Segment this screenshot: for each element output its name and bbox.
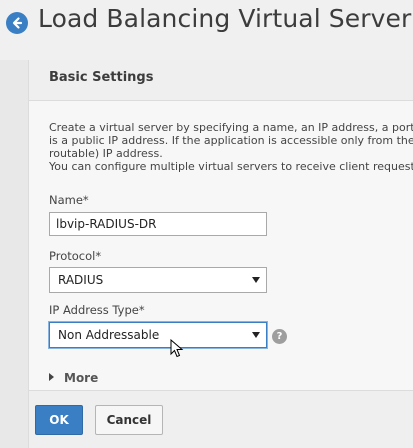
description-line: You can configure multiple virtual serve… xyxy=(49,160,413,173)
page: Load Balancing Virtual Server Basic Sett… xyxy=(0,0,413,448)
page-title: Load Balancing Virtual Server xyxy=(38,4,412,33)
name-label: Name* xyxy=(49,193,89,207)
back-button[interactable] xyxy=(6,12,28,34)
help-icon[interactable]: ? xyxy=(272,329,287,344)
ip-address-type-select[interactable]: Non Addressable xyxy=(49,322,267,348)
chevron-down-icon xyxy=(252,277,260,283)
ok-button[interactable]: OK xyxy=(35,405,83,435)
cancel-button[interactable]: Cancel xyxy=(95,405,163,435)
left-strip xyxy=(0,60,28,448)
name-input[interactable] xyxy=(49,212,267,236)
description-line: is a public IP address. If the applicati… xyxy=(49,134,413,147)
panel-header: Basic Settings xyxy=(29,60,413,101)
protocol-select[interactable]: RADIUS xyxy=(49,267,267,293)
panel-footer: OK Cancel xyxy=(29,390,413,448)
protocol-select-value: RADIUS xyxy=(58,273,104,287)
description-line: Create a virtual server by specifying a … xyxy=(49,121,413,134)
panel-title: Basic Settings xyxy=(49,70,154,85)
mouse-pointer-icon xyxy=(170,339,184,358)
panel-description: Create a virtual server by specifying a … xyxy=(49,121,413,173)
basic-settings-panel: Basic Settings Create a virtual server b… xyxy=(28,60,413,448)
ip-address-type-select-value: Non Addressable xyxy=(58,328,160,342)
more-label: More xyxy=(64,371,99,385)
more-toggle[interactable]: More xyxy=(49,371,98,385)
protocol-label: Protocol* xyxy=(49,249,102,263)
chevron-right-icon xyxy=(49,373,54,381)
description-line: routable) IP address. xyxy=(49,147,163,160)
page-header: Load Balancing Virtual Server xyxy=(0,0,413,50)
ip-address-type-label: IP Address Type* xyxy=(49,303,145,317)
chevron-down-icon xyxy=(252,332,260,338)
arrow-left-circle-icon xyxy=(12,17,23,29)
